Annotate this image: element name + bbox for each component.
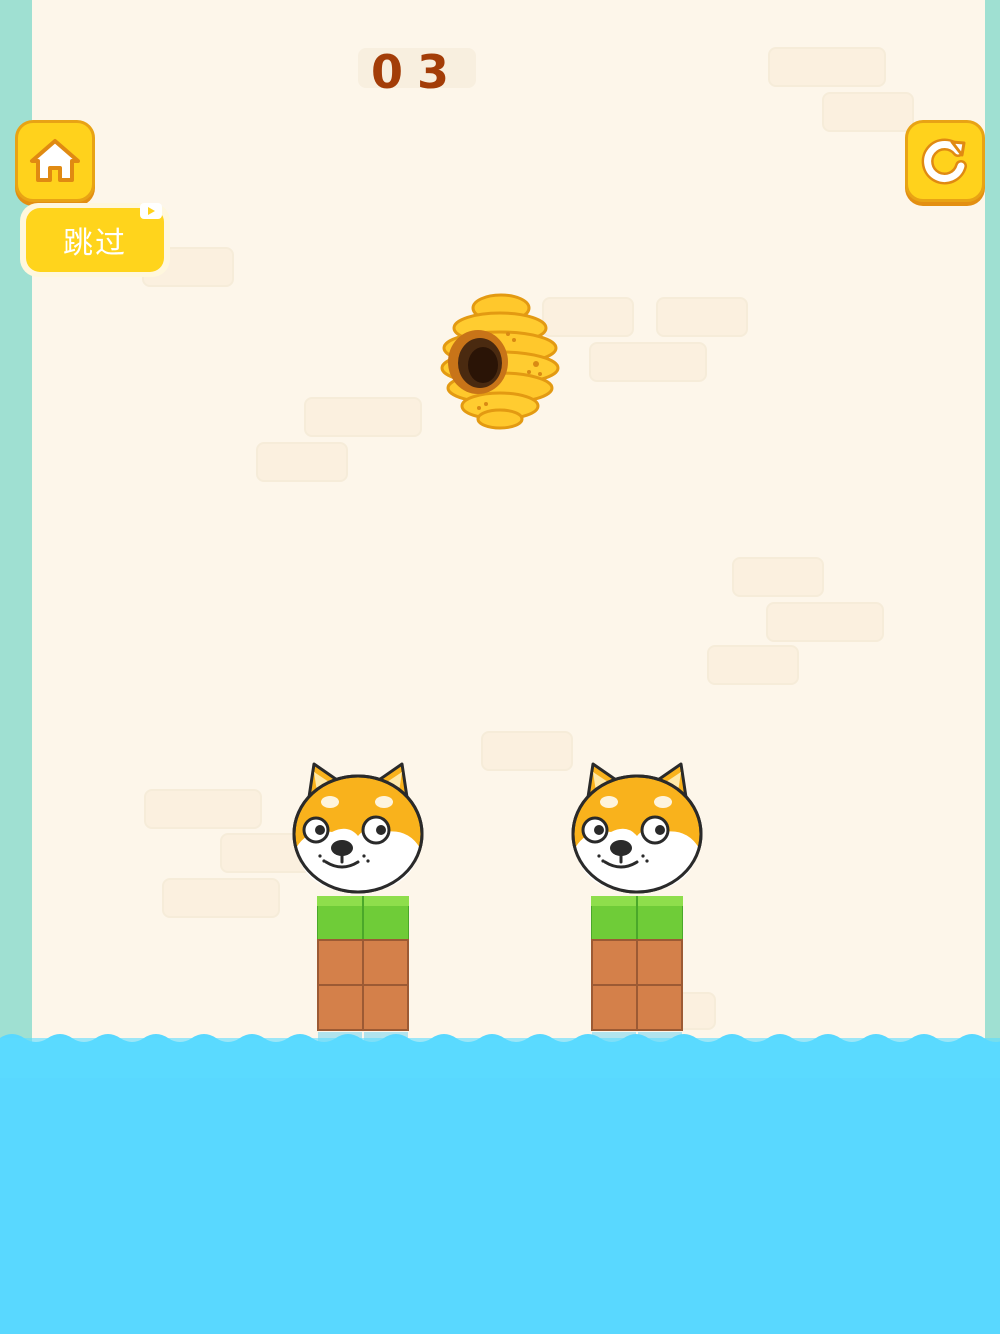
restart-icon	[921, 138, 967, 185]
restart-button[interactable]	[905, 120, 985, 202]
skip-label: 跳过	[63, 226, 127, 261]
level-number: 03	[370, 45, 463, 99]
beehive	[440, 293, 560, 430]
video-play-icon	[140, 203, 162, 219]
shiba-dog	[571, 762, 703, 894]
home-icon	[30, 139, 80, 182]
water	[0, 1034, 1000, 1334]
shiba-dog	[292, 762, 424, 894]
home-button[interactable]	[15, 120, 95, 202]
skip-level-button[interactable]: 跳过	[20, 203, 170, 277]
